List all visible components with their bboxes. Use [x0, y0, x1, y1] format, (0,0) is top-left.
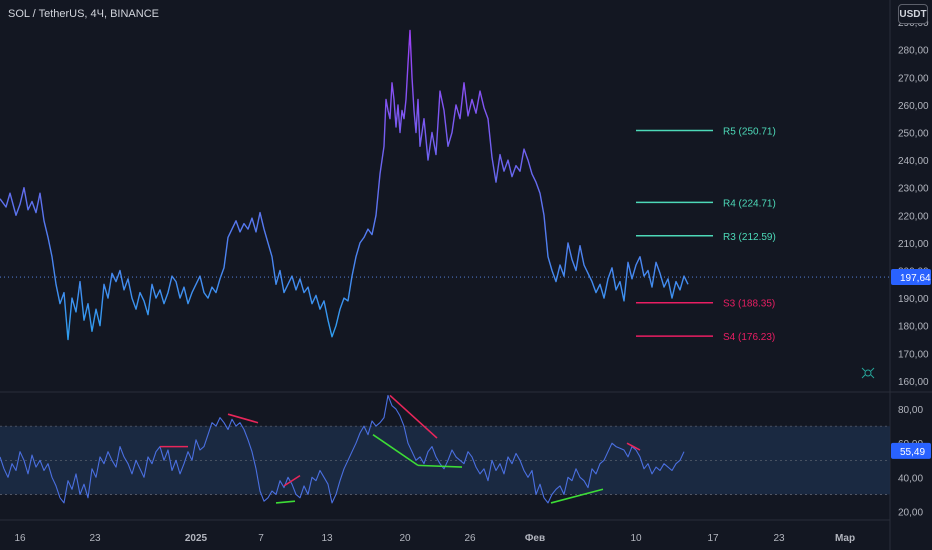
- pivot-label-4: S4 (176.23): [723, 332, 775, 343]
- rsi-tick-label: 20,00: [898, 507, 923, 518]
- rsi-tick-label: 80,00: [898, 405, 923, 416]
- time-tick-label: 26: [464, 533, 476, 544]
- time-tick-label: Фев: [525, 533, 545, 544]
- price-tick-label: 160,00: [898, 377, 929, 388]
- time-tick-label: 17: [707, 533, 719, 544]
- time-tick-label: 2025: [185, 533, 208, 544]
- symbol-title: SOL / TetherUS, 4Ч, BINANCE: [8, 8, 159, 20]
- pivot-label-1: R4 (224.71): [723, 198, 776, 209]
- price-line: [0, 29, 689, 341]
- rsi-tick-label: 40,00: [898, 473, 923, 484]
- pivot-levels: R5 (250.71) R4 (224.71) R3 (212.59) S3 (188…: [636, 127, 776, 343]
- price-tick-label: 220,00: [898, 211, 929, 222]
- currency-button[interactable]: USDT: [898, 4, 928, 24]
- settings-icon-spoke: [861, 367, 866, 372]
- current-price-label: 197,64: [900, 273, 931, 284]
- price-tick-label: 240,00: [898, 156, 929, 167]
- settings-icon-spoke: [870, 374, 875, 379]
- pivot-label-3: S3 (188.35): [723, 299, 775, 310]
- settings-icon-core: [864, 369, 872, 377]
- pivot-label-2: R3 (212.59): [723, 232, 776, 243]
- price-tick-label: 280,00: [898, 46, 929, 57]
- time-tick-label: 7: [258, 533, 264, 544]
- price-tick-label: 250,00: [898, 129, 929, 140]
- price-tick-label: 260,00: [898, 101, 929, 112]
- price-tick-label: 270,00: [898, 73, 929, 84]
- time-tick-label: 20: [399, 533, 411, 544]
- time-tick-label: 13: [321, 533, 333, 544]
- price-chart[interactable]: R5 (250.71) R4 (224.71) R3 (212.59) S3 (188…: [0, 0, 932, 550]
- price-tick-label: 170,00: [898, 349, 929, 360]
- bullish-divergence-0: [275, 500, 296, 504]
- chart-settings-icon[interactable]: [861, 367, 875, 379]
- pivot-label-0: R5 (250.71): [723, 127, 776, 138]
- price-tick-label: 210,00: [898, 239, 929, 250]
- time-tick-label: Мар: [835, 533, 855, 544]
- time-tick-label: 16: [14, 533, 26, 544]
- settings-icon-spoke: [861, 374, 866, 379]
- rsi-value-label: 55,49: [900, 447, 925, 458]
- time-tick-label: 10: [630, 533, 642, 544]
- time-tick-label: 23: [773, 533, 785, 544]
- price-tick-label: 230,00: [898, 184, 929, 195]
- price-series: [0, 29, 890, 341]
- price-tick-label: 180,00: [898, 322, 929, 333]
- settings-icon-spoke: [870, 367, 875, 372]
- bearish-divergence-1: [227, 413, 259, 424]
- price-tick-label: 190,00: [898, 294, 929, 305]
- time-tick-label: 23: [89, 533, 101, 544]
- rsi-band: [0, 425, 890, 495]
